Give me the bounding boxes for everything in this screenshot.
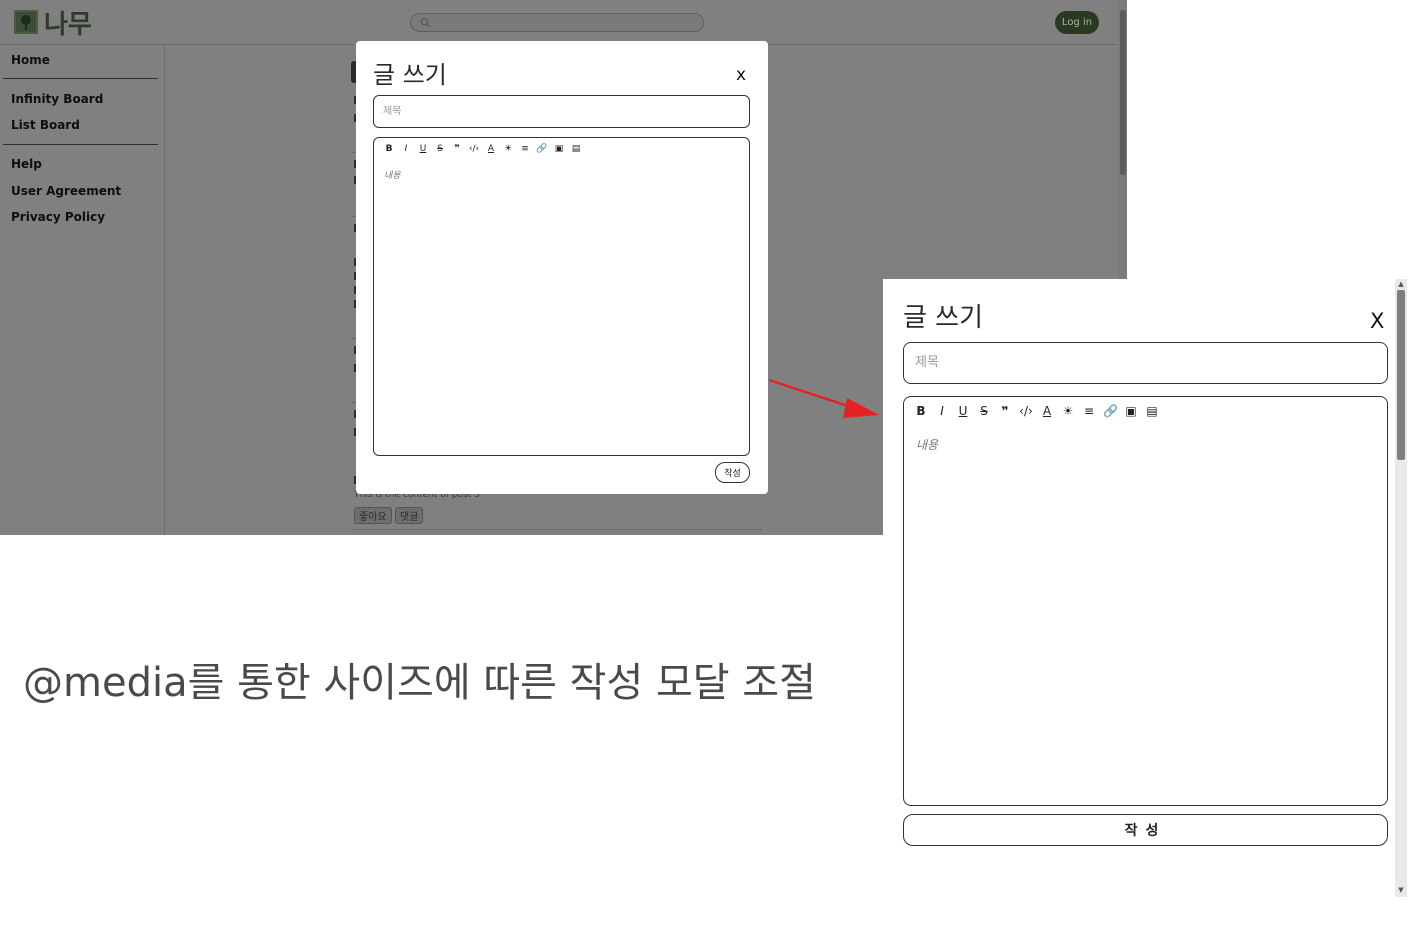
strikethrough-icon[interactable]: S — [977, 404, 991, 418]
editor-toolbar: B I U S ❞ ‹/› A ☀ ≡ 🔗 ▣ ▤ — [383, 144, 582, 154]
title-input[interactable]: 제목 — [903, 342, 1388, 384]
site-logo-text[interactable]: 나무 — [44, 4, 92, 41]
code-icon[interactable]: ‹/› — [468, 144, 480, 154]
modal-title: 글 쓰기 — [903, 303, 984, 333]
quote-icon[interactable]: ❞ — [451, 144, 463, 154]
modal-title: 글 쓰기 — [373, 61, 447, 89]
content-placeholder: 내용 — [916, 438, 939, 452]
highlight-icon[interactable]: ☀ — [1061, 404, 1075, 418]
sidebar-divider — [3, 144, 158, 145]
highlight-icon[interactable]: ☀ — [502, 144, 514, 154]
content-editor[interactable]: B I U S ❞ ‹/› A ☀ ≡ 🔗 ▣ ▤ 내용 — [903, 396, 1388, 806]
close-button[interactable]: X — [1370, 309, 1384, 333]
write-modal-mobile: 글 쓰기 X 제목 B I U S ❞ ‹/› A ☀ ≡ 🔗 ▣ ▤ 내용 작… — [883, 279, 1395, 897]
close-button[interactable]: x — [736, 65, 746, 85]
tree-logo-icon[interactable] — [14, 10, 38, 34]
link-icon[interactable]: 🔗 — [536, 144, 548, 154]
sidebar-divider — [3, 78, 158, 79]
login-button[interactable]: Log in — [1055, 11, 1099, 34]
font-color-icon[interactable]: A — [485, 144, 497, 154]
red-arrow-icon — [768, 378, 879, 418]
strikethrough-icon[interactable]: S — [434, 144, 446, 154]
quote-icon[interactable]: ❞ — [998, 404, 1012, 418]
top-header: 나무 Log in — [0, 0, 1118, 45]
sidebar-item-home[interactable]: Home — [11, 53, 50, 67]
sidebar-item-privacy-policy[interactable]: Privacy Policy — [11, 210, 105, 224]
sidebar-item-help[interactable]: Help — [11, 157, 42, 171]
feed-divider — [352, 529, 762, 530]
scroll-down-arrow-icon[interactable]: ▼ — [1397, 886, 1405, 894]
content-placeholder: 내용 — [384, 171, 401, 181]
sidebar: Home Infinity Board List Board Help User… — [0, 46, 165, 535]
underline-icon[interactable]: U — [956, 404, 970, 418]
page-scrollbar-thumb[interactable] — [1120, 10, 1126, 175]
sidebar-item-list-board[interactable]: List Board — [11, 118, 80, 132]
video-icon[interactable]: ▤ — [570, 144, 582, 154]
scroll-up-arrow-icon[interactable]: ▲ — [1397, 280, 1405, 288]
sidebar-item-user-agreement[interactable]: User Agreement — [11, 184, 121, 198]
bold-icon[interactable]: B — [914, 404, 928, 418]
write-modal-desktop: 글 쓰기 x 제목 B I U S ❞ ‹/› A ☀ ≡ 🔗 ▣ ▤ 내용 작… — [356, 41, 768, 494]
search-input[interactable] — [410, 13, 704, 32]
bold-icon[interactable]: B — [383, 144, 395, 154]
video-icon[interactable]: ▤ — [1145, 404, 1159, 418]
editor-toolbar: B I U S ❞ ‹/› A ☀ ≡ 🔗 ▣ ▤ — [914, 404, 1159, 418]
sidebar-item-infinity-board[interactable]: Infinity Board — [11, 92, 103, 106]
caption-text: @media를 통한 사이즈에 따른 작성 모달 조절 — [23, 660, 816, 706]
submit-button[interactable]: 작성 — [715, 462, 750, 483]
font-color-icon[interactable]: A — [1040, 404, 1054, 418]
comment-button[interactable]: 댓글 — [395, 507, 424, 524]
align-icon[interactable]: ≡ — [519, 144, 531, 154]
underline-icon[interactable]: U — [417, 144, 429, 154]
code-icon[interactable]: ‹/› — [1019, 404, 1033, 418]
modal-scrollbar-thumb[interactable] — [1397, 290, 1405, 460]
title-input[interactable]: 제목 — [373, 95, 750, 128]
submit-button[interactable]: 작성 — [903, 814, 1388, 846]
align-icon[interactable]: ≡ — [1082, 404, 1096, 418]
like-button[interactable]: 좋아요 — [354, 507, 392, 524]
search-icon — [420, 17, 431, 28]
content-editor[interactable]: B I U S ❞ ‹/› A ☀ ≡ 🔗 ▣ ▤ 내용 — [373, 137, 750, 456]
italic-icon[interactable]: I — [935, 404, 949, 418]
link-icon[interactable]: 🔗 — [1103, 404, 1118, 418]
image-icon[interactable]: ▣ — [1124, 404, 1138, 418]
italic-icon[interactable]: I — [400, 144, 412, 154]
image-icon[interactable]: ▣ — [553, 144, 565, 154]
